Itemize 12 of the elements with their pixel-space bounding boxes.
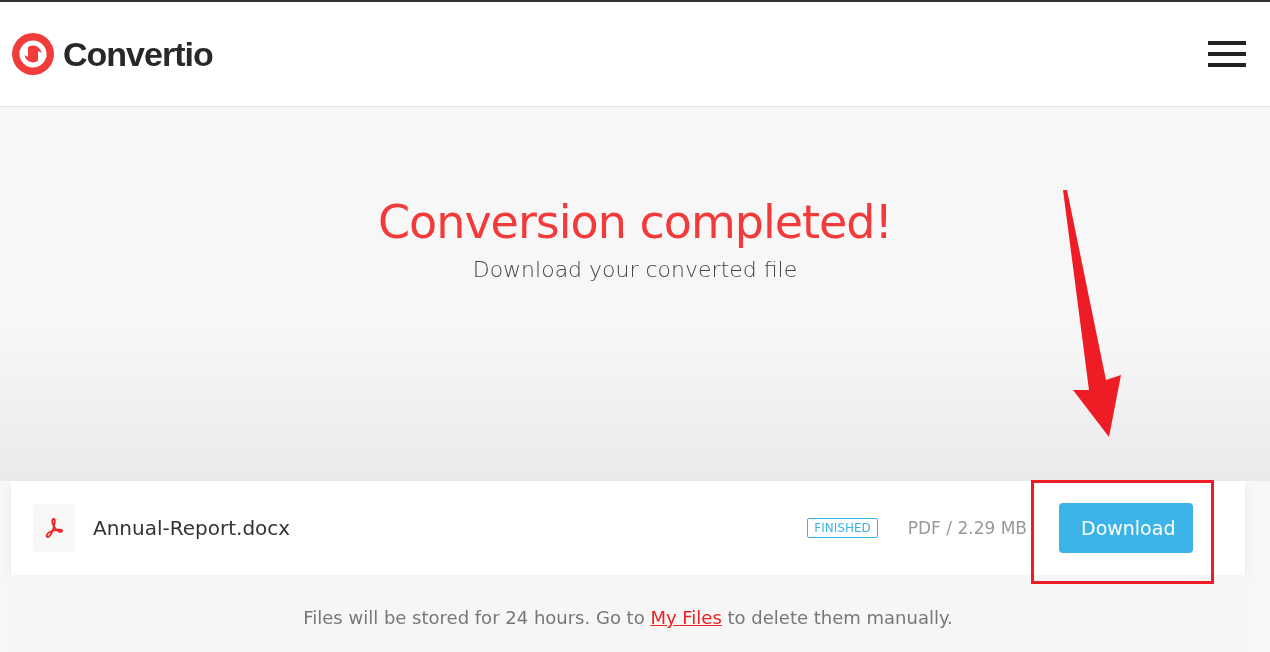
status-badge: FINISHED <box>807 518 878 538</box>
logo-text[interactable]: Convertio <box>63 34 213 74</box>
logo-icon <box>11 32 55 76</box>
storage-note: Files will be stored for 24 hours. Go to My Files to delete them manually. <box>303 607 953 630</box>
file-info: PDF / 2.29 MB <box>907 518 1027 538</box>
page-subtitle: Download your converted file <box>471 257 799 282</box>
menu-icon[interactable] <box>1208 41 1246 67</box>
file-name: Annual-Report.docx <box>93 516 292 540</box>
my-files-link[interactable]: My Files <box>650 607 722 628</box>
page-title: Conversion completed! <box>377 195 893 249</box>
download-button[interactable]: Download <box>1059 503 1193 553</box>
pdf-icon <box>33 504 75 552</box>
